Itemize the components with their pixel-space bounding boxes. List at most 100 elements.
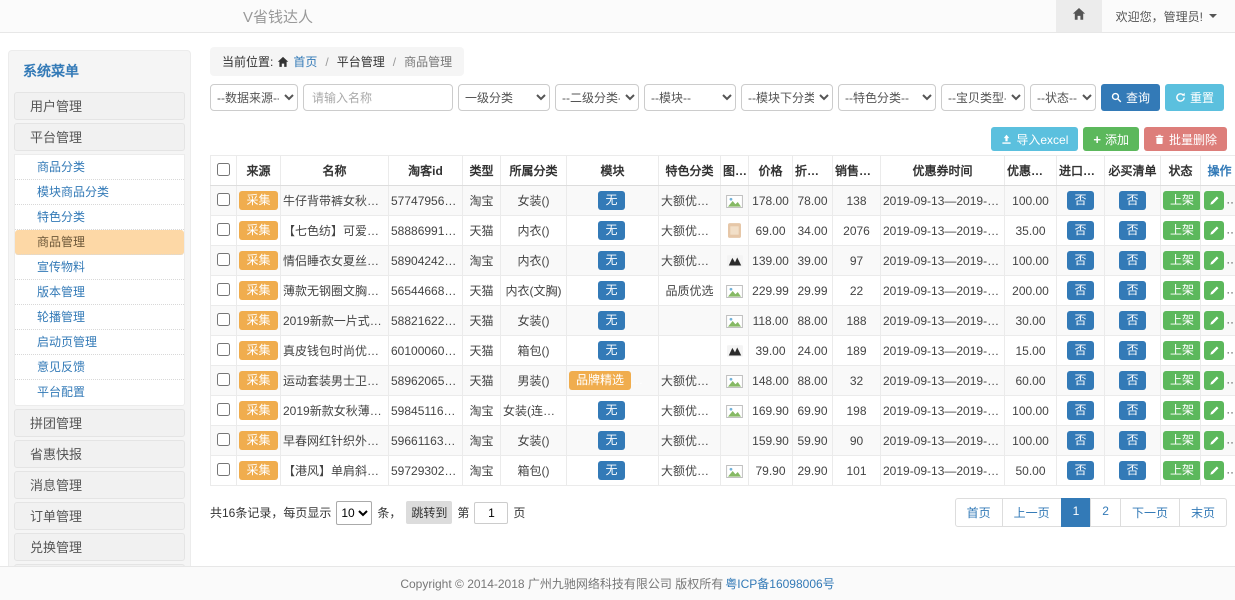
sidebar-item-platform-management[interactable]: 平台管理: [14, 123, 185, 151]
filter-product-name[interactable]: [303, 84, 453, 111]
mustbuy-badge[interactable]: 否: [1119, 191, 1145, 210]
reset-button[interactable]: 重置: [1165, 84, 1224, 111]
sidebar-subitem-carousel-management[interactable]: 轮播管理: [15, 305, 184, 330]
edit-button[interactable]: [1204, 431, 1224, 450]
mustbuy-badge[interactable]: 否: [1119, 281, 1145, 300]
import-badge[interactable]: 否: [1067, 461, 1093, 480]
breadcrumb-home-link[interactable]: 首页: [293, 53, 317, 70]
row-checkbox[interactable]: [217, 193, 230, 206]
row-checkbox[interactable]: [217, 283, 230, 296]
status-badge[interactable]: 上架: [1163, 191, 1201, 210]
mustbuy-badge[interactable]: 否: [1119, 311, 1145, 330]
mustbuy-badge[interactable]: 否: [1119, 251, 1145, 270]
import-badge[interactable]: 否: [1067, 401, 1093, 420]
pager-page-2[interactable]: 2: [1090, 498, 1121, 527]
sidebar-subitem-module-goods-category[interactable]: 模块商品分类: [15, 180, 184, 205]
mustbuy-badge[interactable]: 否: [1119, 461, 1145, 480]
import-badge[interactable]: 否: [1067, 371, 1093, 390]
status-badge[interactable]: 上架: [1163, 281, 1201, 300]
filter-item-type[interactable]: --宝贝类型--: [941, 84, 1025, 111]
sidebar-subitem-promo-material[interactable]: 宣传物料: [15, 255, 184, 280]
sidebar-item-order-management[interactable]: 订单管理: [14, 502, 185, 530]
mustbuy-badge[interactable]: 否: [1119, 431, 1145, 450]
sidebar-subitem-splash-page-management[interactable]: 启动页管理: [15, 330, 184, 355]
filter-feature-category[interactable]: --特色分类--: [838, 84, 936, 111]
user-menu[interactable]: 欢迎您，管理员!: [1116, 8, 1217, 25]
feature-category: 大额优惠券: [659, 186, 721, 216]
status-badge[interactable]: 上架: [1163, 371, 1201, 390]
edit-button[interactable]: [1204, 371, 1224, 390]
product-type: 淘宝: [463, 456, 501, 486]
status-badge[interactable]: 上架: [1163, 221, 1201, 240]
import-badge[interactable]: 否: [1067, 431, 1093, 450]
jump-to-button[interactable]: 跳转到: [406, 501, 452, 524]
filter-module[interactable]: --模块--: [644, 84, 736, 111]
pager-page-1[interactable]: 1: [1061, 498, 1092, 527]
filter-level1-category[interactable]: 一级分类: [458, 84, 550, 111]
edit-button[interactable]: [1204, 461, 1224, 480]
row-checkbox[interactable]: [217, 343, 230, 356]
sidebar-item-message-management[interactable]: 消息管理: [14, 471, 185, 499]
filter-controls: --数据来源-- 一级分类--二级分类----模块----模块下分类----特色分…: [210, 84, 1096, 111]
status-badge[interactable]: 上架: [1163, 311, 1201, 330]
select-all-checkbox[interactable]: [217, 163, 230, 176]
mustbuy-badge[interactable]: 否: [1119, 341, 1145, 360]
row-checkbox[interactable]: [217, 433, 230, 446]
row-checkbox[interactable]: [217, 223, 230, 236]
sidebar-subitem-version-management[interactable]: 版本管理: [15, 280, 184, 305]
status-badge[interactable]: 上架: [1163, 431, 1201, 450]
sidebar-item-exchange-management[interactable]: 兑换管理: [14, 533, 185, 561]
sidebar-item-shenghui-express[interactable]: 省惠快报: [14, 440, 185, 468]
header-home-button[interactable]: [1056, 0, 1102, 32]
import-badge[interactable]: 否: [1067, 311, 1093, 330]
edit-button[interactable]: [1204, 221, 1224, 240]
mustbuy-badge[interactable]: 否: [1119, 371, 1145, 390]
status-badge[interactable]: 上架: [1163, 461, 1201, 480]
add-button[interactable]: + 添加: [1083, 127, 1139, 151]
sidebar-subitem-goods-management[interactable]: 商品管理: [15, 230, 184, 255]
edit-button[interactable]: [1204, 311, 1224, 330]
import-badge[interactable]: 否: [1067, 341, 1093, 360]
pager-first-page[interactable]: 首页: [955, 498, 1003, 527]
sidebar-subitem-feedback[interactable]: 意见反馈: [15, 355, 184, 380]
icp-link[interactable]: 粤ICP备16098006号: [725, 575, 834, 592]
row-checkbox[interactable]: [217, 373, 230, 386]
mustbuy-badge[interactable]: 否: [1119, 401, 1145, 420]
sidebar-item-group-buy-management[interactable]: 拼团管理: [14, 409, 185, 437]
row-checkbox[interactable]: [217, 253, 230, 266]
status-badge[interactable]: 上架: [1163, 401, 1201, 420]
import-badge[interactable]: 否: [1067, 251, 1093, 270]
row-checkbox[interactable]: [217, 403, 230, 416]
home-icon: [1072, 7, 1086, 26]
sidebar-subitem-feature-category[interactable]: 特色分类: [15, 205, 184, 230]
batch-delete-button[interactable]: 批量删除: [1144, 127, 1227, 151]
filter-module-subcategory[interactable]: --模块下分类--: [741, 84, 833, 111]
pager-last-page[interactable]: 末页: [1179, 498, 1227, 527]
status-badge[interactable]: 上架: [1163, 251, 1201, 270]
edit-button[interactable]: [1204, 251, 1224, 270]
filter-status[interactable]: --状态--: [1030, 84, 1096, 111]
import-excel-button[interactable]: 导入excel: [991, 127, 1078, 151]
page-number-input[interactable]: [474, 502, 508, 524]
import-badge[interactable]: 否: [1067, 281, 1093, 300]
mustbuy-badge[interactable]: 否: [1119, 221, 1145, 240]
edit-button[interactable]: [1204, 401, 1224, 420]
search-button[interactable]: 查询: [1101, 84, 1160, 111]
sidebar-item-user-management[interactable]: 用户管理: [14, 92, 185, 120]
status-badge[interactable]: 上架: [1163, 341, 1201, 360]
pager-prev-page[interactable]: 上一页: [1002, 498, 1062, 527]
sidebar-subitem-platform-config[interactable]: 平台配置: [15, 380, 184, 405]
pager-next-page[interactable]: 下一页: [1120, 498, 1180, 527]
filter-level2-category[interactable]: --二级分类--: [555, 84, 639, 111]
sidebar-subitem-goods-category[interactable]: 商品分类: [15, 155, 184, 180]
edit-button[interactable]: [1204, 341, 1224, 360]
import-badge[interactable]: 否: [1067, 221, 1093, 240]
edit-button[interactable]: [1204, 281, 1224, 300]
edit-button[interactable]: [1204, 191, 1224, 210]
import-badge[interactable]: 否: [1067, 191, 1093, 210]
row-checkbox[interactable]: [217, 313, 230, 326]
row-checkbox[interactable]: [217, 463, 230, 476]
image-cell: [721, 186, 749, 216]
per-page-select[interactable]: 10: [336, 501, 372, 525]
filter-data-source[interactable]: --数据来源--: [210, 84, 298, 111]
